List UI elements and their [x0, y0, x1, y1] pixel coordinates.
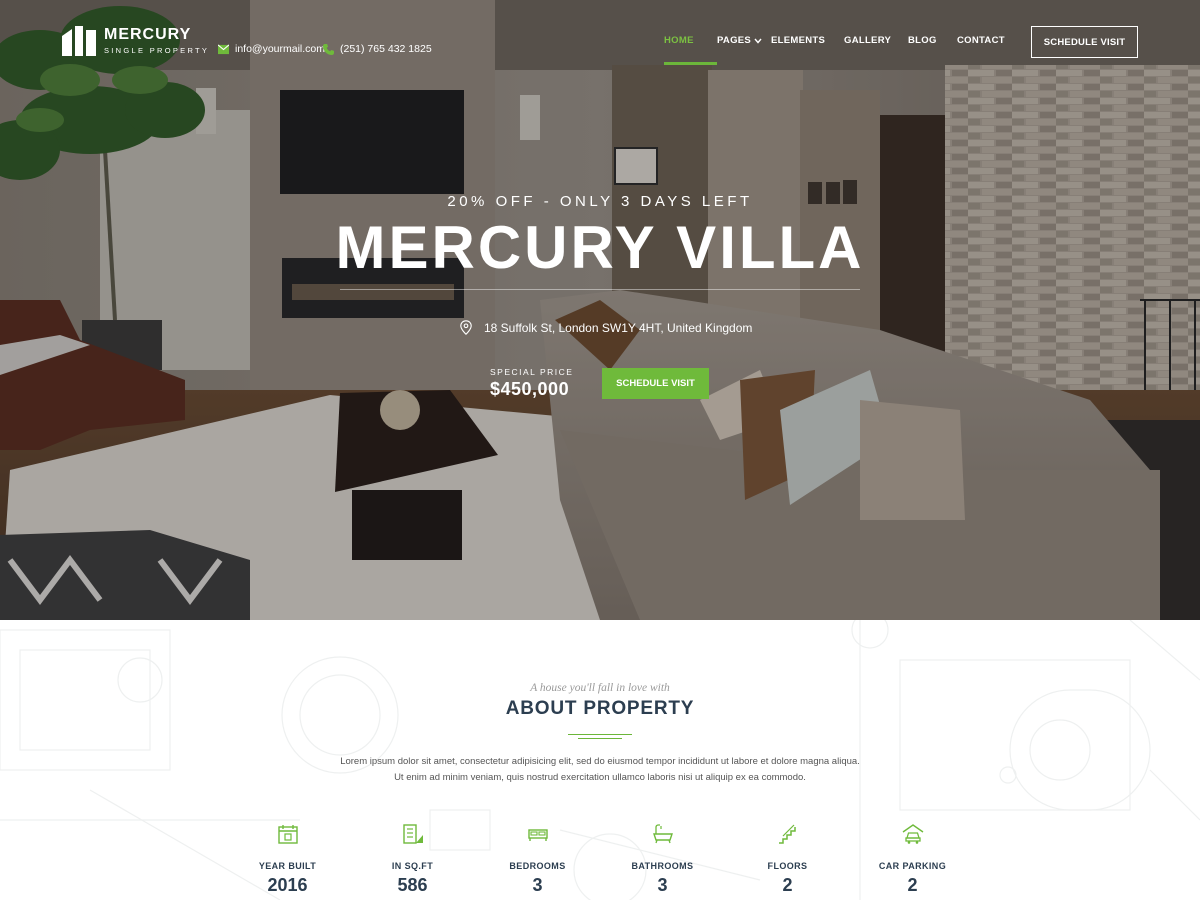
main-nav: HOME PAGES ELEMENTS GALLERY BLOG CONTACT	[664, 35, 1017, 65]
hero-schedule-visit-button[interactable]: SCHEDULE VISIT	[602, 368, 709, 399]
envelope-icon	[218, 43, 229, 54]
hero-section: MERCURY SINGLE PROPERTY info@yourmail.co…	[0, 0, 1200, 620]
about-property-section: A house you'll fall in love with ABOUT P…	[0, 620, 1200, 900]
nav-elements[interactable]: ELEMENTS	[771, 35, 844, 65]
feature-label: CAR PARKING	[878, 861, 947, 871]
special-price: SPECIAL PRICE $450,000	[490, 367, 573, 400]
hero-divider	[340, 289, 860, 290]
nav-gallery[interactable]: GALLERY	[844, 35, 908, 65]
building-area-icon	[402, 824, 423, 844]
property-features: YEAR BUILT 2016 IN SQ.FT 586 BEDROOMS 3 …	[225, 823, 975, 896]
hero-promo-text: 20% OFF - ONLY 3 DAYS LEFT	[447, 193, 753, 210]
phone-icon	[323, 43, 334, 55]
nav-pages-label: PAGES	[717, 35, 752, 46]
feature-label: FLOORS	[767, 861, 808, 871]
feature-bedrooms: BEDROOMS 3	[475, 823, 600, 896]
feature-value: 2016	[267, 875, 308, 895]
property-address: 18 Suffolk St, London SW1Y 4HT, United K…	[460, 320, 752, 335]
map-pin-icon	[460, 320, 472, 335]
contact-email[interactable]: info@yourmail.com	[218, 43, 325, 55]
header-schedule-visit-button[interactable]: SCHEDULE VISIT	[1031, 26, 1138, 58]
nav-blog-label: BLOG	[908, 35, 937, 46]
nav-home-label: HOME	[664, 35, 694, 46]
about-description: Lorem ipsum dolor sit amet, consectetur …	[340, 756, 860, 783]
contact-phone[interactable]: (251) 765 432 1825	[323, 43, 432, 55]
bed-icon	[527, 829, 548, 841]
feature-label: BEDROOMS	[509, 861, 566, 871]
hero-dark-overlay	[0, 0, 1200, 620]
feature-bathrooms: BATHROOMS 3	[600, 823, 725, 896]
special-price-value: $450,000	[490, 379, 570, 399]
brand-tagline: SINGLE PROPERTY	[104, 46, 210, 55]
nav-home[interactable]: HOME	[664, 35, 717, 65]
stairs-icon	[778, 824, 796, 844]
feature-value: 3	[532, 875, 543, 895]
feature-value: 3	[657, 875, 668, 895]
nav-pages[interactable]: PAGES	[717, 35, 771, 65]
feature-label: IN SQ.FT	[391, 861, 434, 871]
feature-car-parking: CAR PARKING 2	[850, 823, 975, 896]
about-title: ABOUT PROPERTY	[505, 698, 695, 719]
chevron-down-icon	[754, 38, 762, 44]
property-address-text: 18 Suffolk St, London SW1Y 4HT, United K…	[484, 320, 753, 335]
car-icon	[902, 824, 923, 844]
contact-email-text: info@yourmail.com	[235, 43, 326, 55]
feature-year-built: YEAR BUILT 2016	[225, 823, 350, 896]
feature-area: IN SQ.FT 586	[350, 823, 475, 896]
feature-label: YEAR BUILT	[258, 861, 317, 871]
hero-title: MERCURY VILLA	[335, 214, 865, 281]
title-divider-bottom	[578, 738, 622, 739]
nav-elements-label: ELEMENTS	[771, 35, 826, 46]
brand-logo[interactable]: MERCURY SINGLE PROPERTY	[62, 26, 209, 56]
title-divider-top	[568, 734, 632, 735]
calendar-icon	[277, 825, 298, 844]
contact-phone-text: (251) 765 432 1825	[340, 43, 432, 55]
feature-value: 586	[397, 875, 428, 895]
feature-floors: FLOORS 2	[725, 823, 850, 896]
nav-contact-label: CONTACT	[957, 35, 1005, 46]
special-price-label: SPECIAL PRICE	[490, 367, 574, 377]
bathtub-icon	[652, 824, 673, 844]
feature-value: 2	[782, 875, 793, 895]
nav-gallery-label: GALLERY	[844, 35, 892, 46]
building-logo-icon	[62, 26, 96, 56]
nav-contact[interactable]: CONTACT	[957, 35, 1017, 65]
feature-label: BATHROOMS	[631, 861, 694, 871]
brand-name: MERCURY	[104, 26, 192, 43]
feature-value: 2	[907, 875, 918, 895]
nav-blog[interactable]: BLOG	[908, 35, 957, 65]
about-tagline: A house you'll fall in love with	[530, 682, 670, 694]
